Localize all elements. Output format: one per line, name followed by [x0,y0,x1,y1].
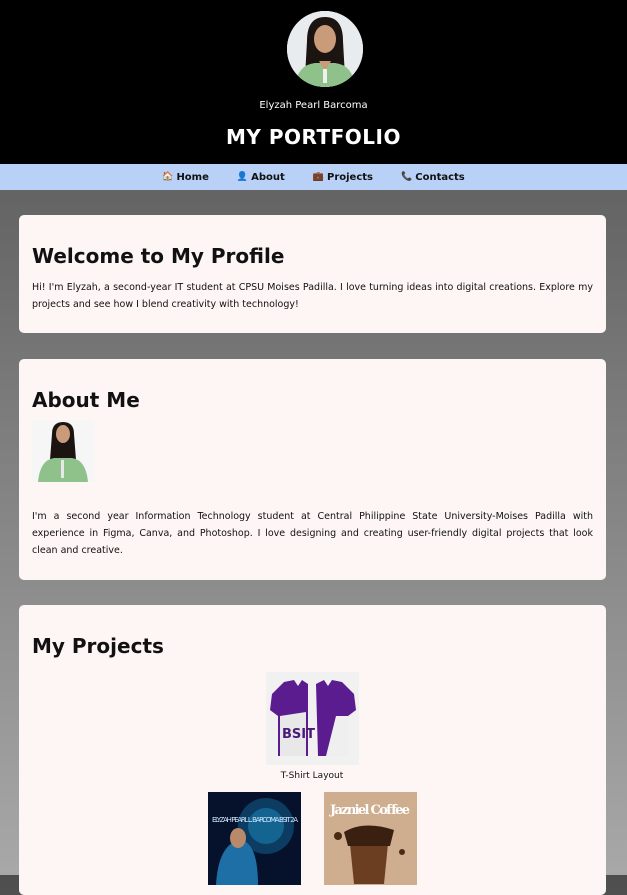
tshirt-icon: BSIT [266,672,359,765]
nav-about-label: About [251,171,285,183]
project-image-tshirt[interactable]: BSIT [266,672,359,765]
nav-contacts[interactable]: 📞 Contacts [401,172,465,183]
projects-heading: My Projects [32,634,164,658]
profile-photo-icon [32,420,94,482]
coffee-title: Jazniel Coffee [329,803,410,818]
site-header: Elyzah Pearl Barcoma MY PORTFOLIO [0,0,627,164]
nav-home-label: Home [176,171,209,183]
project-image-id[interactable]: ELYZAH PEARL L. BARCOMA BSIT 2A [208,792,301,885]
id-card-text: ELYZAH PEARL L. BARCOMA BSIT 2A [212,816,298,824]
tshirt-print: BSIT [282,727,315,742]
projects-card: My Projects BSIT T-Shirt Layout ELYZAH P… [19,605,606,895]
welcome-heading: Welcome to My Profile [32,244,285,268]
nav-about[interactable]: 👤 About [237,172,285,183]
about-heading: About Me [32,388,140,412]
avatar [287,11,363,87]
owner-name: Elyzah Pearl Barcoma [259,100,368,111]
nav-projects-label: Projects [327,171,374,183]
coffee-poster-icon: Jazniel Coffee [324,792,417,885]
nav-projects[interactable]: 💼 Projects [313,172,373,183]
welcome-text: Hi! I'm Elyzah, a second-year IT student… [32,282,593,310]
welcome-card: Welcome to My Profile Hi! I'm Elyzah, a … [19,215,606,333]
home-icon: 🏠 [162,172,174,182]
profile-photo-icon [287,11,363,87]
nav-home[interactable]: 🏠 Home [162,172,209,183]
nav-contacts-label: Contacts [415,171,465,183]
id-card-image-icon: ELYZAH PEARL L. BARCOMA BSIT 2A [208,792,301,885]
user-icon: 👤 [236,172,249,182]
about-text: I'm a second year Information Technology… [32,511,593,556]
project-caption-tshirt: T-Shirt Layout [280,771,344,781]
briefcase-icon: 💼 [312,172,324,182]
project-image-coffee[interactable]: Jazniel Coffee [324,792,417,885]
about-photo [32,420,94,482]
phone-icon: 📞 [401,172,413,182]
about-card: About Me I'm a second year Information T… [19,359,606,580]
page-title: MY PORTFOLIO [225,125,401,149]
main-nav: 🏠 Home 👤 About 💼 Projects 📞 Contacts [0,164,627,190]
